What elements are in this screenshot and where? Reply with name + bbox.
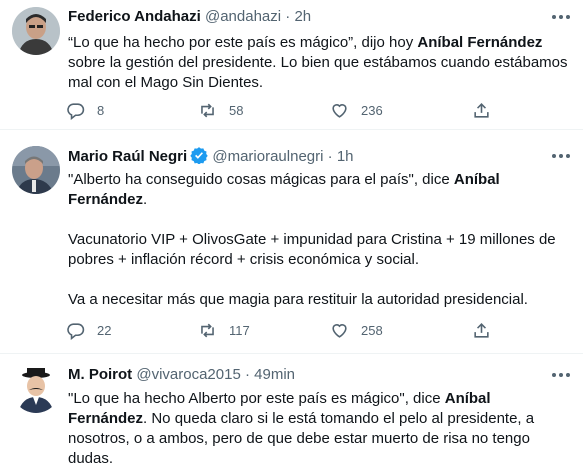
tweet-header: Federico Andahazi @andahazi · 2h <box>68 7 571 27</box>
retweet-count: 117 <box>229 323 250 338</box>
retweet-button[interactable]: 117 <box>198 321 250 340</box>
timestamp[interactable]: 2h <box>294 8 311 25</box>
share-icon <box>474 323 489 338</box>
timestamp[interactable]: 1h <box>337 148 354 165</box>
tweet[interactable]: M. Poirot @vivaroca2015 · 49min "Lo que … <box>0 354 583 467</box>
share-button[interactable] <box>472 101 491 120</box>
reply-button[interactable]: 22 <box>66 321 111 340</box>
share-icon <box>474 103 489 118</box>
like-count: 258 <box>361 323 383 338</box>
like-button[interactable]: 236 <box>330 101 383 120</box>
reply-count: 8 <box>97 103 105 118</box>
text-segment: . <box>143 191 148 208</box>
text-segment: "Alberto ha conseguido cosas mágicas par… <box>68 171 454 188</box>
separator: · <box>281 8 295 25</box>
reply-icon <box>67 323 85 340</box>
text-paragraph: Va a necesitar más que magia para restit… <box>68 291 528 308</box>
retweet-count: 58 <box>229 103 244 118</box>
text-segment: sobre la gestión del presidente. Lo bien… <box>68 54 568 91</box>
separator: · <box>323 148 337 165</box>
tweet-text: "Lo que ha hecho Alberto por este país e… <box>68 389 573 469</box>
tweet-text: "Alberto ha conseguido cosas mágicas par… <box>68 170 573 310</box>
tweet-header: M. Poirot @vivaroca2015 · 49min <box>68 365 571 385</box>
like-count: 236 <box>361 103 383 118</box>
author-handle[interactable]: @andahazi <box>205 8 281 25</box>
retweet-button[interactable]: 58 <box>198 101 243 120</box>
avatar[interactable] <box>12 365 60 413</box>
more-icon[interactable] <box>549 365 573 385</box>
retweet-icon <box>201 323 214 338</box>
more-icon[interactable] <box>549 7 573 27</box>
separator: · <box>240 366 255 383</box>
reply-icon <box>67 103 85 120</box>
like-button[interactable]: 258 <box>330 321 383 340</box>
like-icon <box>332 324 347 338</box>
share-button[interactable] <box>472 321 491 340</box>
retweet-icon <box>201 103 214 118</box>
avatar[interactable] <box>12 146 60 194</box>
tweet-header: Mario Raúl Negri @marioraulnegri · 1h <box>68 146 571 170</box>
author-name[interactable]: M. Poirot <box>68 366 132 383</box>
author-handle[interactable]: @marioraulnegri <box>212 148 323 165</box>
bold-name: Aníbal Fernández <box>417 34 543 51</box>
tweet[interactable]: Mario Raúl Negri @marioraulnegri · 1h "A… <box>0 130 583 354</box>
text-paragraph: Vacunatorio VIP + OlivosGate + impunidad… <box>68 231 556 268</box>
verified-badge-icon <box>190 146 208 170</box>
author-name[interactable]: Mario Raúl Negri <box>68 148 187 165</box>
like-icon <box>332 104 347 118</box>
author-name[interactable]: Federico Andahazi <box>68 8 201 25</box>
reply-button[interactable]: 8 <box>66 101 104 120</box>
text-segment: “Lo que ha hecho por este país es mágico… <box>68 34 418 51</box>
text-segment: "Lo que ha hecho Alberto por este país e… <box>68 390 445 407</box>
author-handle[interactable]: @vivaroca2015 <box>136 366 240 383</box>
tweet-text: “Lo que ha hecho por este país es mágico… <box>68 33 573 93</box>
avatar[interactable] <box>12 7 60 55</box>
more-icon[interactable] <box>549 146 573 166</box>
reply-count: 22 <box>97 323 112 338</box>
tweet[interactable]: Federico Andahazi @andahazi · 2h “Lo que… <box>0 0 583 130</box>
timestamp[interactable]: 49min <box>254 366 295 383</box>
